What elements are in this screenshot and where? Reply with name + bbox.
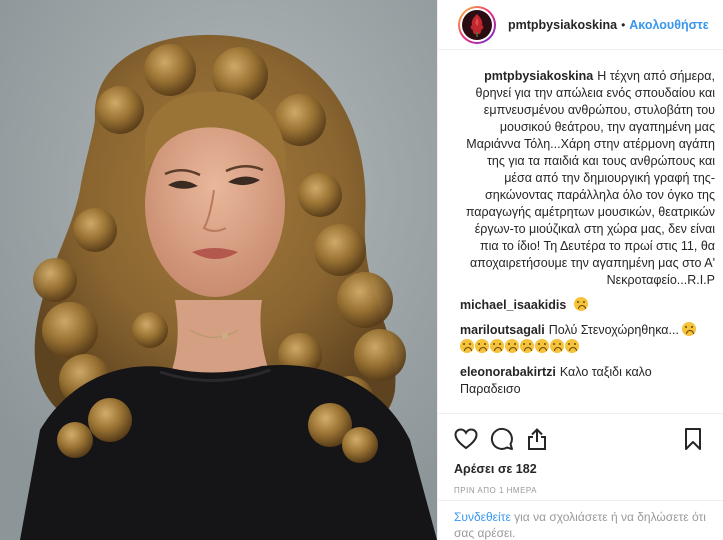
comment-text: Πολύ Στενοχώρηθηκα... — [548, 323, 679, 337]
comment-username[interactable]: michael_isaakidis — [460, 298, 566, 312]
post-side-panel: pmtpbysiakoskina • Ακολουθήστε pmtpbysia… — [437, 0, 723, 540]
share-icon[interactable] — [526, 424, 562, 454]
header-username[interactable]: pmtpbysiakoskina — [508, 18, 617, 32]
caption-text: Η τέχνη από σήμερα, θρηνεί για την απώλε… — [465, 69, 715, 287]
sad-face-emoji — [573, 297, 588, 311]
sad-face-emoji — [490, 339, 504, 353]
bookmark-icon[interactable] — [684, 424, 720, 454]
sad-face-emoji — [565, 339, 579, 353]
likes-count[interactable]: Αρέσει σε 182 — [454, 462, 708, 476]
sad-face-emoji — [520, 339, 534, 353]
comment-item: eleonorabakirtzi Καλο ταξιδι καλο Παραδει… — [460, 364, 715, 398]
post-timestamp[interactable]: ΠΡΙΝ ΑΠΟ 1 ΗΜΕΡΑ — [454, 486, 708, 495]
sad-face-emoji — [682, 322, 697, 336]
comment-username[interactable]: eleonorabakirtzi — [460, 365, 556, 379]
comment-username[interactable]: mariloutsagali — [460, 323, 545, 337]
caption-username[interactable]: pmtpbysiakoskina — [484, 69, 593, 83]
post-header: pmtpbysiakoskina • Ακολουθήστε — [438, 0, 723, 50]
sad-face-emoji — [460, 339, 474, 353]
comment-item: michael_isaakidis — [460, 297, 715, 314]
post-caption: pmtpbysiakoskina Η τέχνη από σήμερα, θρην… — [460, 68, 715, 289]
avatar[interactable] — [458, 5, 496, 44]
comment-item: mariloutsagali Πολύ Στενοχώρηθηκα... — [460, 322, 715, 356]
login-link[interactable]: Συνδεθείτε — [454, 510, 511, 524]
action-icons-row — [454, 422, 708, 456]
follow-button[interactable]: Ακολουθήστε — [629, 18, 708, 32]
post-actions: Αρέσει σε 182 ΠΡΙΝ ΑΠΟ 1 ΗΜΕΡΑ — [438, 413, 723, 495]
red-flower-avatar-icon — [470, 13, 484, 37]
comments-list: pmtpbysiakoskina Η τέχνη από σήμερα, θρην… — [438, 50, 723, 398]
sad-face-emoji — [550, 339, 564, 353]
portrait-image — [0, 0, 437, 540]
separator-dot: • — [621, 17, 626, 32]
sad-face-emoji — [475, 339, 489, 353]
sad-face-emoji — [535, 339, 549, 353]
sad-face-emoji — [505, 339, 519, 353]
comment-icon[interactable] — [490, 424, 526, 454]
heart-icon[interactable] — [454, 424, 490, 454]
post-photo[interactable] — [0, 0, 437, 540]
login-prompt: Συνδεθείτε για να σχολιάσετε ή να δηλώσε… — [438, 500, 723, 540]
